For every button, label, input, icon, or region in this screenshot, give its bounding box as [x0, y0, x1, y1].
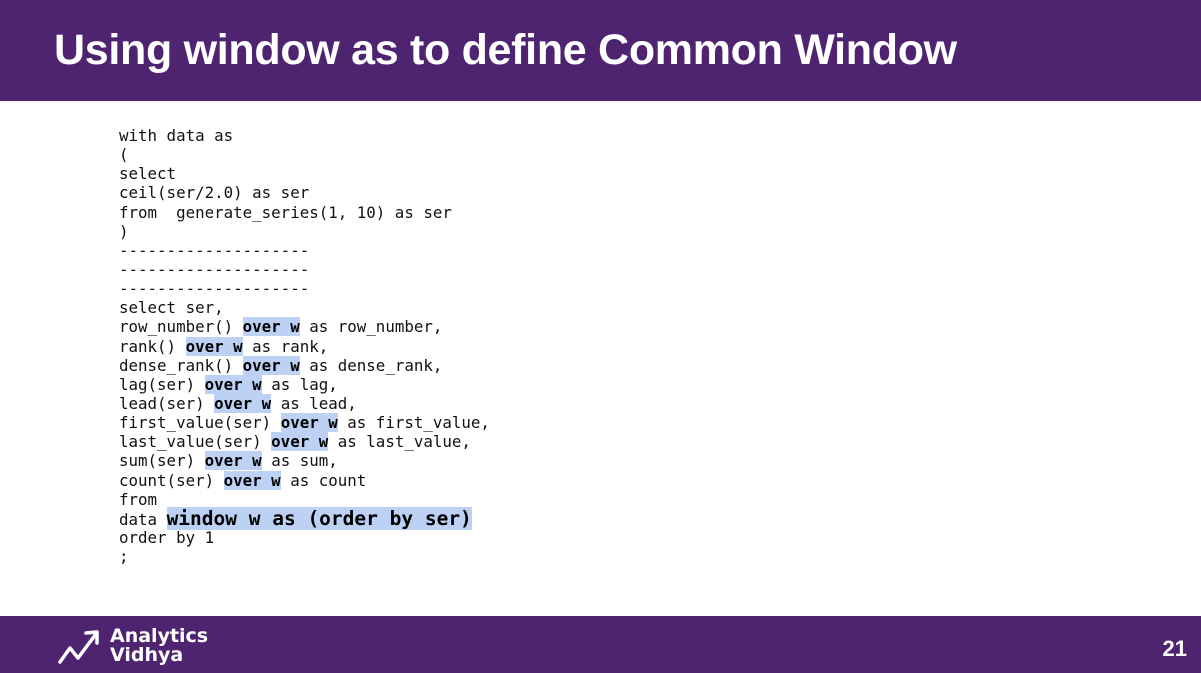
page-number: 21 — [1162, 636, 1187, 661]
code-line: from — [119, 490, 490, 509]
brand-line-2: Vidhya — [110, 644, 184, 666]
highlighted-code: over w — [271, 432, 329, 452]
code-text: -------------------- — [119, 259, 310, 279]
highlighted-code: over w — [242, 317, 300, 337]
code-text: lag(ser) — [119, 374, 205, 394]
code-line: lead(ser) over w as lead, — [119, 393, 490, 413]
code-line: select — [119, 164, 490, 183]
highlighted-window-clause: window w as (order by ser) — [166, 506, 472, 530]
code-line: row_number() over w as row_number, — [119, 317, 490, 337]
code-block: with data as(select ceil(ser/2.0) as ser f… — [119, 126, 490, 566]
brand-name: Analytics Vidhya — [110, 627, 208, 665]
code-line: lag(ser) over w as lag, — [119, 374, 490, 394]
code-text: last_value(ser) — [119, 432, 272, 452]
highlighted-code: over w — [185, 336, 243, 356]
highlighted-code: over w — [242, 355, 300, 375]
highlighted-code: over w — [280, 413, 338, 433]
code-line: sum(ser) over w as sum, — [119, 451, 490, 471]
code-line: -------------------- — [119, 279, 490, 298]
code-line: select ser, — [119, 298, 490, 317]
code-line: ; — [119, 547, 490, 566]
code-line: -------------------- — [119, 241, 490, 260]
code-line: data window w as (order by ser) — [119, 506, 490, 530]
analytics-vidhya-logo-icon — [58, 630, 99, 664]
code-text: select ser, — [119, 298, 224, 318]
highlighted-code: over w — [204, 374, 262, 394]
code-text: from generate_series(1, 10) as ser — [119, 202, 452, 222]
code-text: count(ser) — [119, 470, 224, 490]
code-line: order by 1 — [119, 528, 490, 547]
code-text: as lag, — [261, 374, 338, 394]
slide-title: Using window as to define Common Window — [54, 26, 957, 74]
code-text: ceil(ser/2.0) as ser — [119, 183, 310, 203]
code-line: ( — [119, 145, 490, 164]
code-text: ) — [119, 221, 129, 241]
code-text: as sum, — [261, 451, 338, 471]
code-line: ceil(ser/2.0) as ser — [119, 183, 490, 202]
highlighted-code: over w — [214, 393, 272, 413]
code-text: as count — [280, 470, 367, 490]
code-text: with data as — [119, 126, 234, 145]
code-text: lead(ser) — [119, 393, 215, 413]
code-line: count(ser) over w as count — [119, 470, 490, 490]
code-text: as lead, — [271, 393, 357, 413]
code-line: -------------------- — [119, 260, 490, 279]
code-line: last_value(ser) over w as last_value, — [119, 432, 490, 452]
code-text: select — [119, 164, 177, 184]
code-text: -------------------- — [119, 240, 310, 260]
code-text: rank() — [119, 336, 186, 356]
code-line: rank() over w as rank, — [119, 336, 490, 356]
code-text: -------------------- — [119, 279, 310, 299]
highlighted-code: over w — [223, 470, 281, 490]
code-text: order by 1 — [119, 527, 215, 547]
code-text: from — [119, 489, 158, 509]
code-line: dense_rank() over w as dense_rank, — [119, 355, 490, 375]
code-line: ) — [119, 222, 490, 241]
code-text: dense_rank() — [119, 355, 243, 375]
code-text: as first_value, — [337, 413, 490, 433]
code-text: as dense_rank, — [299, 355, 443, 375]
code-text: as last_value, — [328, 432, 471, 452]
code-text: first_value(ser) — [119, 413, 281, 433]
code-text: ( — [119, 145, 129, 165]
code-line: with data as — [119, 126, 490, 145]
code-text: as rank, — [242, 336, 329, 356]
code-text: data — [119, 509, 167, 529]
slide-header: Using window as to define Common Window — [0, 0, 1201, 101]
code-text: as row_number, — [299, 317, 443, 337]
code-text: ; — [119, 547, 129, 567]
highlighted-code: over w — [204, 451, 262, 471]
code-text: sum(ser) — [119, 451, 205, 471]
code-line: first_value(ser) over w as first_value, — [119, 413, 490, 433]
code-text: row_number() — [119, 317, 243, 337]
code-line: from generate_series(1, 10) as ser — [119, 203, 490, 222]
